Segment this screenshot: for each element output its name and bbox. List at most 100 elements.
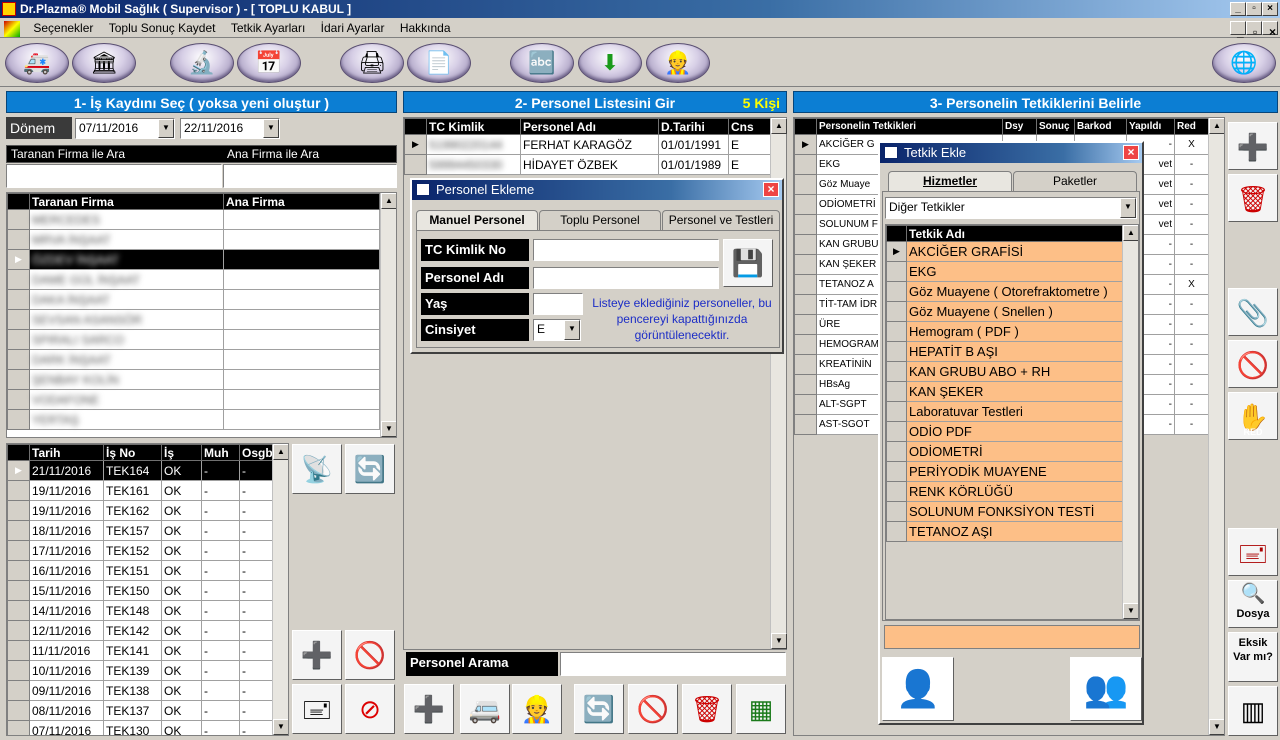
tetkik-list-scrollbar[interactable]: ▲ ▼	[1122, 225, 1138, 619]
table-row[interactable]: 07/11/2016 TEK130 OK - -	[7, 720, 274, 735]
delete-tetkik-button[interactable]: 🗑	[1228, 174, 1278, 222]
row-selector[interactable]: ▶	[886, 241, 907, 262]
col-muh[interactable]: Muh	[201, 444, 240, 461]
stamp-tetkik-button[interactable]: 🖃	[1228, 528, 1278, 576]
red-button[interactable]: ✋ RED	[1228, 392, 1278, 440]
list-item[interactable]: RENK KÖRLÜĞÜ	[886, 481, 1123, 502]
table-row[interactable]: 14/11/2016 TEK148 OK - -	[7, 600, 274, 621]
row-selector[interactable]	[886, 481, 907, 502]
row-selector[interactable]	[886, 361, 907, 382]
refresh-personel-button[interactable]: 🔄	[574, 684, 624, 734]
delete-personel-button[interactable]: 🗑	[682, 684, 732, 734]
table-row[interactable]: VODAFONE	[7, 389, 380, 410]
row-selector[interactable]	[7, 209, 30, 230]
row-selector[interactable]	[794, 274, 817, 295]
tab-paketler[interactable]: Paketler	[1013, 171, 1137, 191]
list-item[interactable]: HEPATİT B AŞI	[886, 341, 1123, 362]
minimize-button[interactable]: _	[1230, 2, 1246, 16]
row-selector[interactable]	[794, 334, 817, 355]
row-selector[interactable]	[7, 700, 30, 721]
col-osgb[interactable]: Osgb	[239, 444, 274, 461]
translate-button[interactable]: 🔤	[510, 43, 574, 83]
row-selector[interactable]: ▶	[794, 134, 817, 155]
calendar-button[interactable]: 📅	[237, 43, 301, 83]
row-selector[interactable]	[794, 314, 817, 335]
table-row[interactable]: ▶ 51990220144 FERHAT KARAGÖZ 01/01/1991 E	[404, 134, 771, 155]
row-selector[interactable]	[794, 254, 817, 275]
row-selector[interactable]	[886, 421, 907, 442]
row-selector[interactable]	[794, 374, 817, 395]
row-selector[interactable]	[794, 154, 817, 175]
attach-button[interactable]: 📎	[1228, 288, 1278, 336]
table-row[interactable]: 19/11/2016 TEK161 OK - -	[7, 480, 274, 501]
list-item[interactable]: EKG	[886, 261, 1123, 282]
row-selector[interactable]	[7, 660, 30, 681]
list-item[interactable]: PERİYODİK MUAYENE	[886, 461, 1123, 482]
scroll-down-icon[interactable]: ▼	[273, 719, 288, 735]
row-selector[interactable]	[7, 309, 30, 330]
row-selector[interactable]	[7, 720, 30, 735]
row-selector[interactable]	[7, 600, 30, 621]
chevron-down-icon[interactable]: ▼	[1120, 198, 1136, 218]
scroll-down-icon[interactable]: ▼	[381, 421, 396, 437]
worker-button[interactable]: 👷	[646, 43, 710, 83]
list-item[interactable]: Laboratuvar Testleri	[886, 401, 1123, 422]
row-selector[interactable]	[886, 261, 907, 282]
building-button[interactable]: 🏛	[72, 43, 136, 83]
table-row[interactable]: DARK İNŞAAT	[7, 349, 380, 370]
col-tc-kimlik[interactable]: TC Kimlik	[426, 118, 521, 135]
print-button[interactable]: 🖨	[340, 43, 404, 83]
table-row[interactable]: 18/11/2016 TEK157 OK - -	[7, 520, 274, 541]
col-is-no[interactable]: İş No	[103, 444, 162, 461]
col-cns[interactable]: Cns	[728, 118, 771, 135]
worker-personel-button[interactable]: 👷	[512, 684, 562, 734]
row-selector[interactable]	[886, 401, 907, 422]
firma-scrollbar[interactable]: ▲ ▼	[380, 193, 396, 437]
menu-toplu-sonuc-kaydet[interactable]: Toplu Sonuç Kaydet	[103, 18, 222, 38]
table-row[interactable]: ▶ ÖZDEV İNŞAAT	[7, 249, 380, 270]
scroll-down-icon[interactable]: ▼	[771, 633, 787, 649]
date-from-picker[interactable]: 07/11/2016 ▼	[75, 118, 175, 139]
refresh-button[interactable]: 🔄	[345, 444, 395, 494]
row-selector[interactable]	[7, 480, 30, 501]
chevron-down-icon[interactable]: ▼	[263, 119, 279, 138]
scroll-down-icon[interactable]: ▼	[1209, 719, 1224, 735]
date-to-picker[interactable]: 22/11/2016 ▼	[180, 118, 280, 139]
list-item[interactable]: ODİO PDF	[886, 421, 1123, 442]
chevron-down-icon[interactable]: ▼	[564, 320, 580, 340]
ambulance-button[interactable]: 🚑	[5, 43, 69, 83]
download-button[interactable]: ⬇	[578, 43, 642, 83]
col-red[interactable]: Red	[1174, 118, 1209, 135]
table-row[interactable]: DAME GÜL İNŞAAT	[7, 269, 380, 290]
row-selector[interactable]	[886, 301, 907, 322]
row-selector[interactable]	[7, 680, 30, 701]
list-item[interactable]: ODİOMETRİ	[886, 441, 1123, 462]
col-tetkik-adi[interactable]: Tetkik Adı	[906, 225, 1123, 242]
menu-hakkinda[interactable]: Hakkında	[394, 18, 457, 38]
table-row[interactable]: MRVA İNŞAAT	[7, 229, 380, 250]
add-tetkik-button[interactable]: ➕	[1228, 122, 1278, 170]
col-dsy[interactable]: Dsy	[1002, 118, 1037, 135]
tab-personel-ve-testleri[interactable]: Personel ve Testleri	[662, 210, 780, 230]
table-row[interactable]: 15/11/2016 TEK150 OK - -	[7, 580, 274, 601]
personel-adi-input[interactable]	[533, 267, 719, 289]
row-selector[interactable]	[794, 234, 817, 255]
satellite-button[interactable]: 📡	[292, 444, 342, 494]
table-row[interactable]: DAKA İNŞAAT	[7, 289, 380, 310]
close-button[interactable]: ×	[1262, 2, 1278, 16]
row-selector[interactable]: ▶	[404, 134, 427, 155]
minibus-button[interactable]: 🚐	[460, 684, 510, 734]
col-barkod[interactable]: Barkod	[1074, 118, 1127, 135]
cinsiyet-select[interactable]: E ▼	[533, 319, 581, 341]
list-item[interactable]: Hemogram ( PDF )	[886, 321, 1123, 342]
row-selector[interactable]	[794, 214, 817, 235]
table-row[interactable]: MERCEDES	[7, 209, 380, 230]
list-item[interactable]: KAN GRUBU ABO + RH	[886, 361, 1123, 382]
list-item[interactable]: Göz Muayene ( Snellen )	[886, 301, 1123, 322]
row-selector[interactable]	[7, 349, 30, 370]
menu-secenekler[interactable]: Seçenekler	[27, 18, 99, 38]
col-yapildi[interactable]: Yapıldı	[1126, 118, 1175, 135]
row-selector[interactable]	[7, 329, 30, 350]
table-row[interactable]: ŞENBAY KOLİN	[7, 369, 380, 390]
child-close-button[interactable]: ×	[1262, 21, 1278, 39]
